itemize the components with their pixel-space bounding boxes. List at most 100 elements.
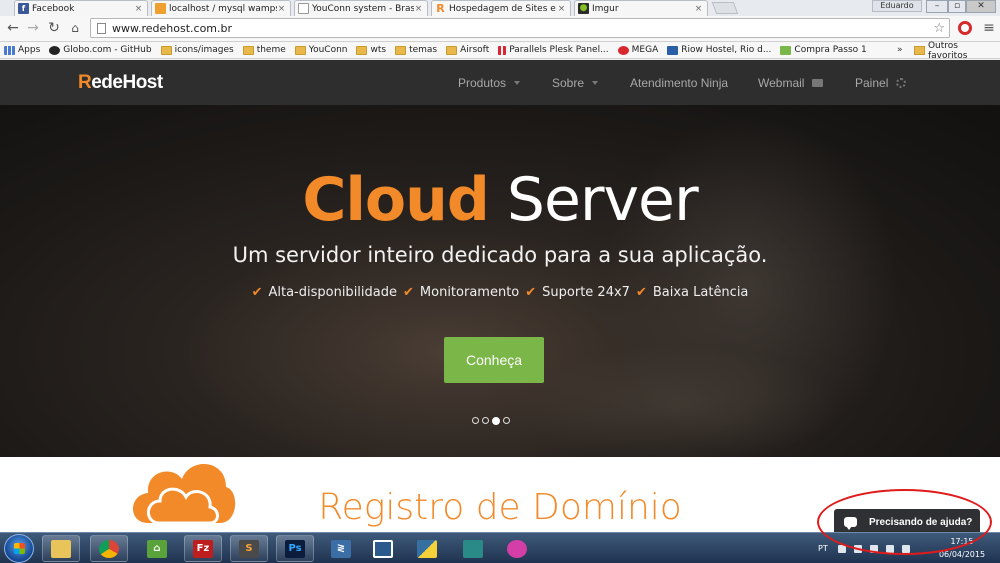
- taskbar-vscode[interactable]: ≷: [322, 535, 360, 562]
- feature-item: ✔ Monitoramento: [403, 285, 519, 300]
- tab-label: Hospedagem de Sites e C: [449, 3, 557, 14]
- close-icon[interactable]: ×: [277, 4, 286, 14]
- check-icon: ✔: [525, 285, 537, 300]
- feature-item: ✔ Baixa Latência: [636, 285, 748, 300]
- flag-icon[interactable]: [869, 544, 878, 553]
- shop-icon: [780, 45, 792, 55]
- bookmark-plesk[interactable]: Parallels Plesk Panel...: [498, 45, 609, 55]
- photoshop-icon: Ps: [285, 539, 305, 558]
- hero-title-rest: Server: [488, 165, 699, 235]
- logo-text: ede: [91, 72, 123, 93]
- taskbar-sublime[interactable]: S: [230, 535, 268, 562]
- bookmark-airsoft[interactable]: Airsoft: [446, 45, 489, 55]
- facebook-icon: f: [18, 3, 29, 14]
- volume-icon[interactable]: [901, 544, 910, 553]
- help-chat-button[interactable]: Precisando de ajuda?: [834, 509, 980, 532]
- bookmark-label: YouConn: [308, 45, 348, 55]
- tab-imgur[interactable]: ● Imgur ×: [574, 0, 708, 16]
- minimize-icon[interactable]: –: [926, 0, 948, 13]
- carousel-dot[interactable]: [482, 417, 489, 424]
- taskbar-app-3[interactable]: [498, 535, 536, 562]
- tray-icon[interactable]: [837, 544, 846, 553]
- nav-atendimento-ninja[interactable]: Atendimento Ninja: [630, 76, 728, 90]
- bookmark-theme[interactable]: theme: [242, 45, 286, 55]
- profile-button[interactable]: Eduardo: [872, 0, 922, 12]
- bookmark-label: Compra Passo 1: [794, 45, 867, 55]
- system-clock[interactable]: 17:15 06/04/2015: [932, 535, 992, 561]
- carousel-dot[interactable]: [503, 417, 510, 424]
- caret-down-icon: [514, 81, 521, 85]
- gear-icon: [896, 78, 907, 88]
- bookmark-star-icon[interactable]: ☆: [933, 21, 945, 36]
- bookmark-github[interactable]: Globo.com - GitHub: [49, 45, 152, 55]
- window-close-icon[interactable]: ✕: [966, 0, 996, 13]
- tab-label: YouConn system - Brasil: [312, 3, 414, 14]
- start-button[interactable]: [4, 534, 34, 563]
- taskbar-app[interactable]: [364, 535, 402, 562]
- bookmarks-overflow-button[interactable]: »: [897, 42, 903, 59]
- nav-sobre[interactable]: Sobre: [552, 76, 599, 90]
- language-indicator[interactable]: PT: [818, 544, 828, 553]
- bookmarks-bar: Apps Globo.com - GitHub icons/images the…: [0, 41, 1000, 61]
- bookmark-apps[interactable]: Apps: [4, 45, 40, 55]
- logo-text: Host: [122, 72, 163, 93]
- home-icon[interactable]: ⌂: [67, 20, 83, 36]
- address-bar[interactable]: www.redehost.com.br ☆: [90, 18, 950, 38]
- url-text[interactable]: www.redehost.com.br: [112, 22, 933, 35]
- taskbar-photoshop[interactable]: Ps: [276, 535, 314, 562]
- tab-redehost[interactable]: R Hospedagem de Sites e C ×: [431, 0, 571, 16]
- close-icon[interactable]: ×: [414, 4, 423, 14]
- bookmark-riow-hostel[interactable]: Riow Hostel, Rio d...: [667, 45, 771, 55]
- new-tab-button[interactable]: [711, 2, 739, 14]
- bookmark-wts[interactable]: wts: [356, 45, 386, 55]
- taskbar-chrome[interactable]: [90, 535, 128, 562]
- tab-youconn[interactable]: YouConn system - Brasil ×: [294, 0, 428, 16]
- forward-arrow-icon[interactable]: →: [25, 20, 41, 36]
- taskbar-filezilla[interactable]: Fz: [184, 535, 222, 562]
- bookmark-label: temas: [409, 45, 438, 55]
- bracket-icon: [373, 539, 393, 558]
- hero-title-accent: Cloud: [302, 165, 489, 235]
- folder-icon: [395, 45, 407, 55]
- close-icon[interactable]: ×: [134, 4, 143, 14]
- taskbar-explorer[interactable]: [42, 535, 80, 562]
- tab-facebook[interactable]: f Facebook ×: [14, 0, 148, 16]
- plesk-icon: [498, 45, 507, 55]
- taskbar-app-2[interactable]: [454, 535, 492, 562]
- carousel-dot[interactable]: [472, 417, 479, 424]
- close-icon[interactable]: ×: [694, 4, 703, 14]
- redehost-logo[interactable]: RedeHost: [78, 72, 163, 94]
- folder-icon: [51, 539, 71, 558]
- menu-icon[interactable]: ≡: [982, 20, 996, 36]
- back-arrow-icon[interactable]: ←: [5, 20, 21, 36]
- folder-icon: [160, 45, 172, 55]
- bookmark-compra[interactable]: Compra Passo 1: [780, 45, 867, 55]
- other-bookmarks[interactable]: Outros favoritos: [914, 41, 1000, 61]
- reload-icon[interactable]: ↻: [46, 20, 62, 36]
- nav-label: Sobre: [552, 76, 585, 90]
- adblock-extension-icon[interactable]: [958, 21, 972, 35]
- tab-label: Facebook: [32, 3, 75, 14]
- tray-icon[interactable]: [853, 544, 862, 553]
- bookmark-mega[interactable]: MEGA: [617, 45, 659, 55]
- hero-carousel: Cloud Server Um servidor inteiro dedicad…: [0, 105, 1000, 457]
- conheca-button[interactable]: Conheça: [444, 337, 544, 383]
- bookmark-label: MEGA: [631, 45, 659, 55]
- nav-produtos[interactable]: Produtos: [458, 76, 521, 90]
- filezilla-icon: Fz: [193, 539, 213, 558]
- carousel-dot-active[interactable]: [492, 417, 500, 425]
- bookmark-temas[interactable]: temas: [395, 45, 437, 55]
- taskbar-python[interactable]: [408, 535, 446, 562]
- bookmark-label: Globo.com - GitHub: [63, 45, 152, 55]
- nav-webmail[interactable]: Webmail: [758, 76, 824, 90]
- nav-painel[interactable]: Painel: [855, 76, 907, 90]
- network-icon[interactable]: [885, 544, 894, 553]
- feature-label: Suporte 24x7: [542, 285, 630, 300]
- close-icon[interactable]: ×: [557, 4, 566, 14]
- nav-label: Produtos: [458, 76, 507, 90]
- bookmark-icons-images[interactable]: icons/images: [160, 45, 234, 55]
- maximize-icon[interactable]: ▫: [948, 0, 966, 13]
- tab-phpmyadmin[interactable]: localhost / mysql wampse ×: [151, 0, 291, 16]
- taskbar-wamp[interactable]: ⌂: [138, 535, 176, 562]
- bookmark-youconn[interactable]: YouConn: [294, 45, 348, 55]
